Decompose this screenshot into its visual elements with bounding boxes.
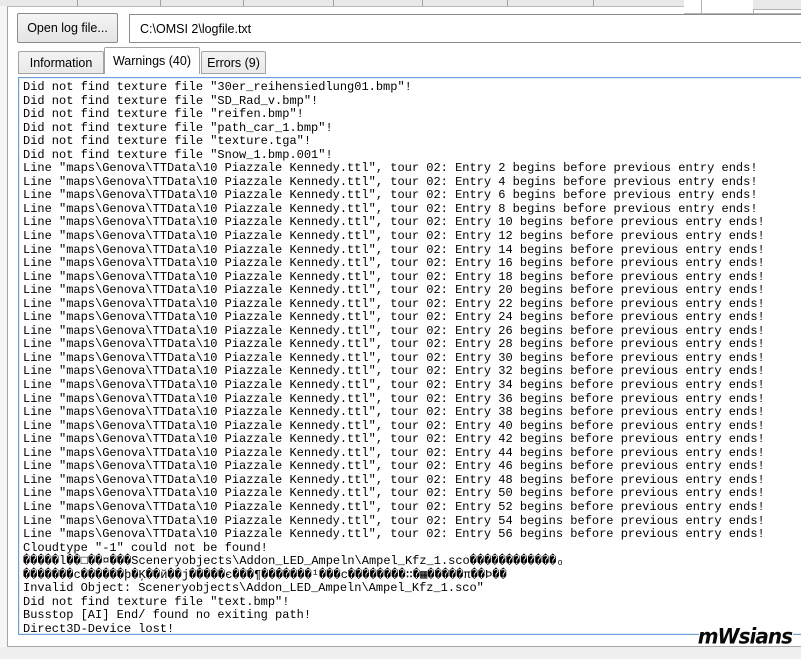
window-left-border [7, 6, 8, 647]
watermark: mWsians [697, 623, 793, 649]
top-edge-separator [243, 0, 244, 6]
top-edge-separator [333, 0, 334, 6]
log-text: Did not find texture file "30er_reihensi… [23, 80, 765, 635]
window-left-gutter [0, 6, 7, 647]
tab-errors[interactable]: Errors (9) [201, 51, 266, 74]
tab-information[interactable]: Information [18, 51, 104, 74]
top-edge-separator [160, 0, 161, 6]
top-edge-separator [77, 0, 78, 6]
desktop-background [0, 647, 801, 659]
cropped-top-right-corner [753, 0, 801, 10]
log-file-path-input[interactable]: C:\OMSI 2\logfile.txt [129, 14, 801, 43]
top-edge-separator [422, 0, 423, 6]
top-edge-separator [701, 0, 702, 13]
top-edge-separator [593, 0, 594, 6]
cropped-top-edge [0, 0, 684, 7]
log-output-area[interactable]: Did not find texture file "30er_reihensi… [18, 77, 801, 635]
tab-warnings[interactable]: Warnings (40) [104, 47, 200, 74]
top-edge-separator [507, 0, 508, 6]
open-log-file-button[interactable]: Open log file... [17, 13, 118, 43]
